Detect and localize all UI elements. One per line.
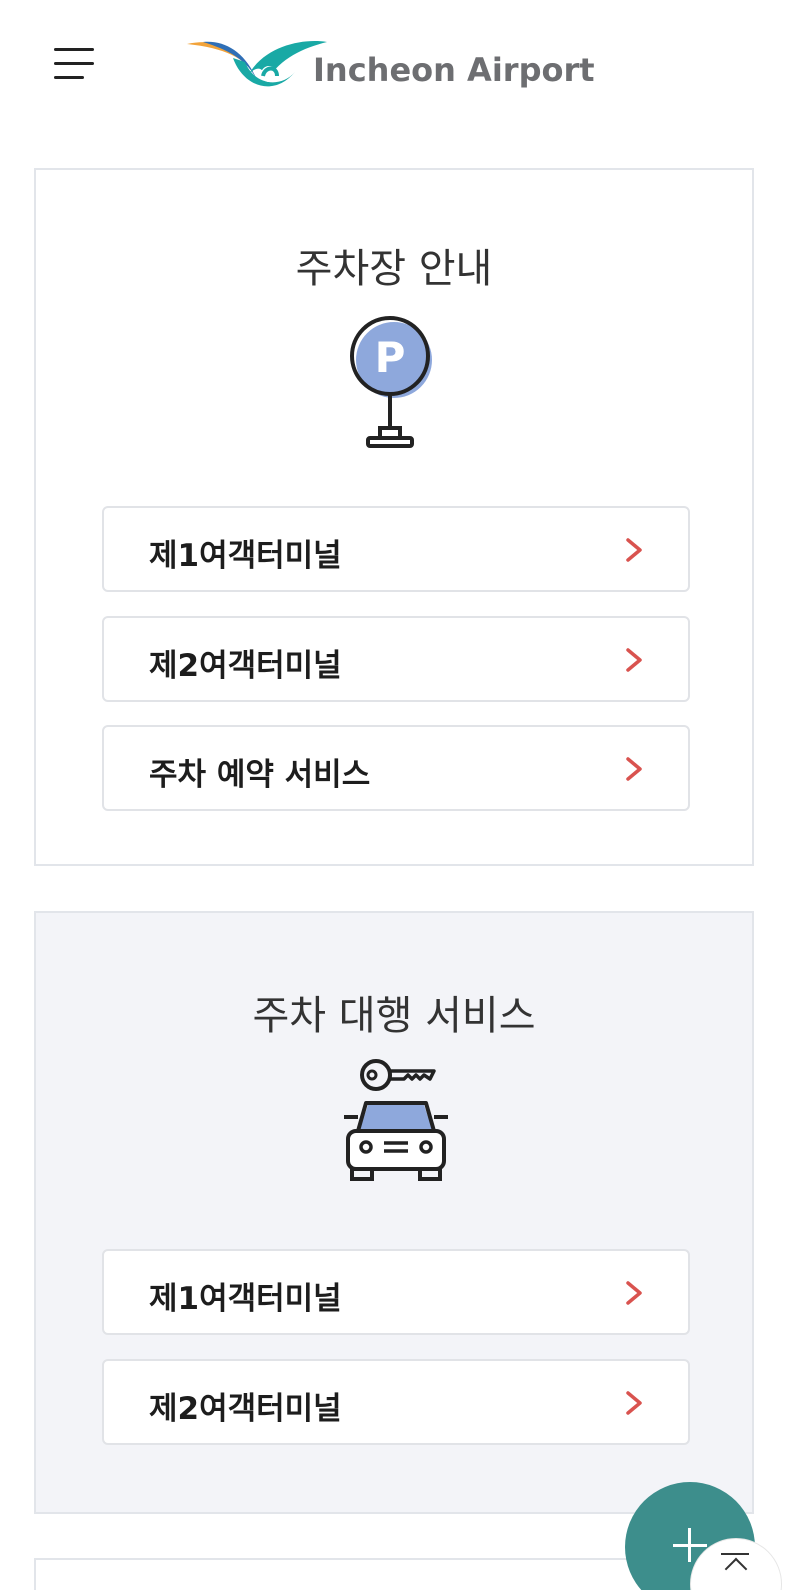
item-label: 제2여객터미널 [149,648,342,684]
parking-sign-icon: P [350,316,432,448]
valet-parking-section: 주차 대행 서비스 제1여객터미널 제2여객터미널 [34,911,754,1514]
valet-t2-link[interactable]: 제2여객터미널 [102,1359,690,1445]
scroll-top-icon [721,1553,749,1555]
item-label: 제1여객터미널 [149,1281,342,1317]
section-title: 주차장 안내 [295,246,493,292]
hamburger-menu-icon [54,48,94,51]
parking-t1-link[interactable]: 제1여객터미널 [102,506,690,592]
header: Incheon Airport [0,0,800,130]
hamburger-menu-button[interactable] [50,42,100,86]
page: Incheon Airport 주차장 안내 P 제1여객터미널 제2여객터미널 [0,0,800,1590]
chevron-right-icon [626,1281,642,1305]
chevron-right-icon [626,1391,642,1415]
item-label: 주차 예약 서비스 [149,757,371,793]
svg-text:P: P [375,333,406,382]
valet-t1-link[interactable]: 제1여객터미널 [102,1249,690,1335]
parking-t2-link[interactable]: 제2여객터미널 [102,616,690,702]
item-label: 제2여객터미널 [149,1391,342,1427]
chevron-right-icon [626,648,642,672]
logo-text: Incheon Airport [313,51,595,89]
chevron-right-icon [626,538,642,562]
logo-mark-icon [187,41,327,87]
section-title: 주차 대행 서비스 [252,993,536,1039]
chevron-right-icon [626,757,642,781]
parking-info-section: 주차장 안내 P 제1여객터미널 제2여객터미널 주차 예약 서비스 [34,168,754,866]
parking-reservation-link[interactable]: 주차 예약 서비스 [102,725,690,811]
item-label: 제1여객터미널 [149,538,342,574]
car-key-icon [344,1059,448,1181]
incheon-airport-logo[interactable]: Incheon Airport [185,36,605,102]
